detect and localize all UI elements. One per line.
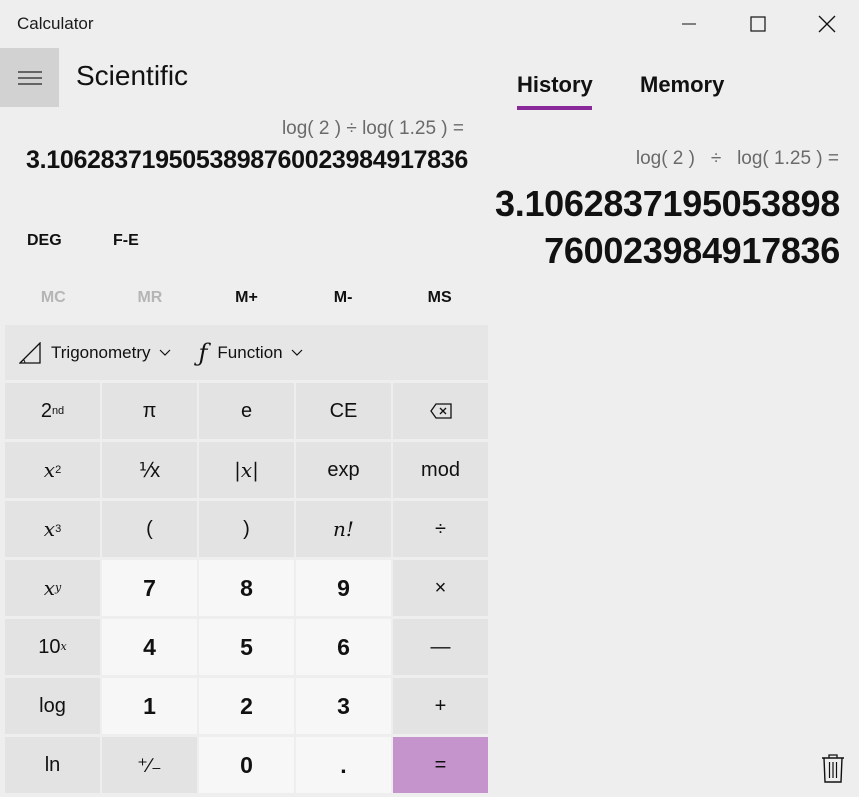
maximize-button[interactable] — [724, 0, 792, 48]
keypad: 2nd π e CE x2 ⅟x |x| exp mod x3 ( ) n! ÷… — [5, 383, 489, 793]
maximize-icon — [750, 16, 766, 32]
trash-icon — [822, 754, 844, 783]
minimize-button[interactable] — [655, 0, 723, 48]
exp-button[interactable]: exp — [296, 442, 391, 498]
tab-memory[interactable]: Memory — [640, 72, 724, 98]
minus-button[interactable]: — — [393, 619, 488, 675]
digit-2-button[interactable]: 2 — [199, 678, 294, 734]
digit-9-button[interactable]: 9 — [296, 560, 391, 616]
mod-button[interactable]: mod — [393, 442, 488, 498]
clear-history-button[interactable] — [818, 750, 848, 786]
reciprocal-button[interactable]: ⅟x — [102, 442, 197, 498]
result-display: 3.1062837195053898760023984917836 — [26, 146, 468, 174]
function-label: Function — [217, 342, 283, 362]
ten-power-button[interactable]: 10 x — [5, 619, 100, 675]
memory-row: MC MR M+ M- MS — [5, 280, 488, 316]
clear-entry-button[interactable]: CE — [296, 383, 391, 439]
memory-store-button[interactable]: MS — [391, 280, 488, 316]
digit-6-button[interactable]: 6 — [296, 619, 391, 675]
negate-button[interactable]: ⁺∕₋ — [102, 737, 197, 793]
digit-4-button[interactable]: 4 — [102, 619, 197, 675]
backspace-icon — [429, 403, 452, 419]
power-button[interactable]: xy — [5, 560, 100, 616]
divide-button[interactable]: ÷ — [393, 501, 488, 557]
digit-5-button[interactable]: 5 — [199, 619, 294, 675]
function-f-icon: ƒ — [198, 338, 208, 367]
factorial-button[interactable]: n! — [296, 501, 391, 557]
digit-1-button[interactable]: 1 — [102, 678, 197, 734]
backspace-button[interactable] — [393, 383, 488, 439]
trigonometry-label: Trigonometry — [51, 342, 151, 362]
digit-3-button[interactable]: 3 — [296, 678, 391, 734]
close-button[interactable] — [793, 0, 859, 48]
history-result-line-2: 760023984917836 — [544, 230, 840, 271]
digit-0-button[interactable]: 0 — [199, 737, 294, 793]
app-title: Calculator — [17, 14, 94, 33]
absolute-value-button[interactable]: |x| — [199, 442, 294, 498]
euler-button[interactable]: e — [199, 383, 294, 439]
fe-notation-button[interactable]: F-E — [113, 232, 139, 250]
hamburger-icon — [17, 70, 42, 85]
navigation-menu-button[interactable] — [0, 48, 59, 107]
memory-recall-button[interactable]: MR — [102, 280, 199, 316]
chevron-down-icon — [291, 349, 303, 357]
digit-7-button[interactable]: 7 — [102, 560, 197, 616]
memory-clear-button[interactable]: MC — [5, 280, 102, 316]
cube-button[interactable]: x3 — [5, 501, 100, 557]
ln-button[interactable]: ln — [5, 737, 100, 793]
equals-button[interactable]: = — [393, 737, 488, 793]
decimal-button[interactable]: . — [296, 737, 391, 793]
history-expression: log( 2 ) ÷ log( 1.25 ) = — [635, 148, 839, 169]
square-button[interactable]: x2 — [5, 442, 100, 498]
close-icon — [818, 15, 836, 33]
memory-subtract-button[interactable]: M- — [295, 280, 392, 316]
triangle-icon — [19, 341, 41, 364]
open-paren-button[interactable]: ( — [102, 501, 197, 557]
second-function-button[interactable]: 2nd — [5, 383, 100, 439]
minimize-icon — [682, 23, 696, 25]
log-button[interactable]: log — [5, 678, 100, 734]
tab-history[interactable]: History — [517, 72, 593, 98]
chevron-down-icon — [159, 349, 171, 357]
trigonometry-dropdown[interactable]: Trigonometry — [5, 325, 185, 380]
pi-button[interactable]: π — [102, 383, 197, 439]
active-tab-indicator — [517, 106, 592, 110]
title-bar: Calculator — [0, 0, 859, 48]
function-bar: Trigonometry ƒ Function — [5, 325, 488, 380]
digit-8-button[interactable]: 8 — [199, 560, 294, 616]
multiply-button[interactable]: × — [393, 560, 488, 616]
expression-display: log( 2 ) ÷ log( 1.25 ) = — [281, 118, 464, 139]
close-paren-button[interactable]: ) — [199, 501, 294, 557]
mode-title: Scientific — [76, 60, 189, 91]
history-result-line-1: 3.1062837195053898 — [495, 183, 840, 224]
plus-button[interactable]: + — [393, 678, 488, 734]
function-dropdown[interactable]: ƒ Function — [185, 325, 317, 380]
memory-add-button[interactable]: M+ — [198, 280, 295, 316]
angle-mode-button[interactable]: DEG — [27, 232, 62, 250]
